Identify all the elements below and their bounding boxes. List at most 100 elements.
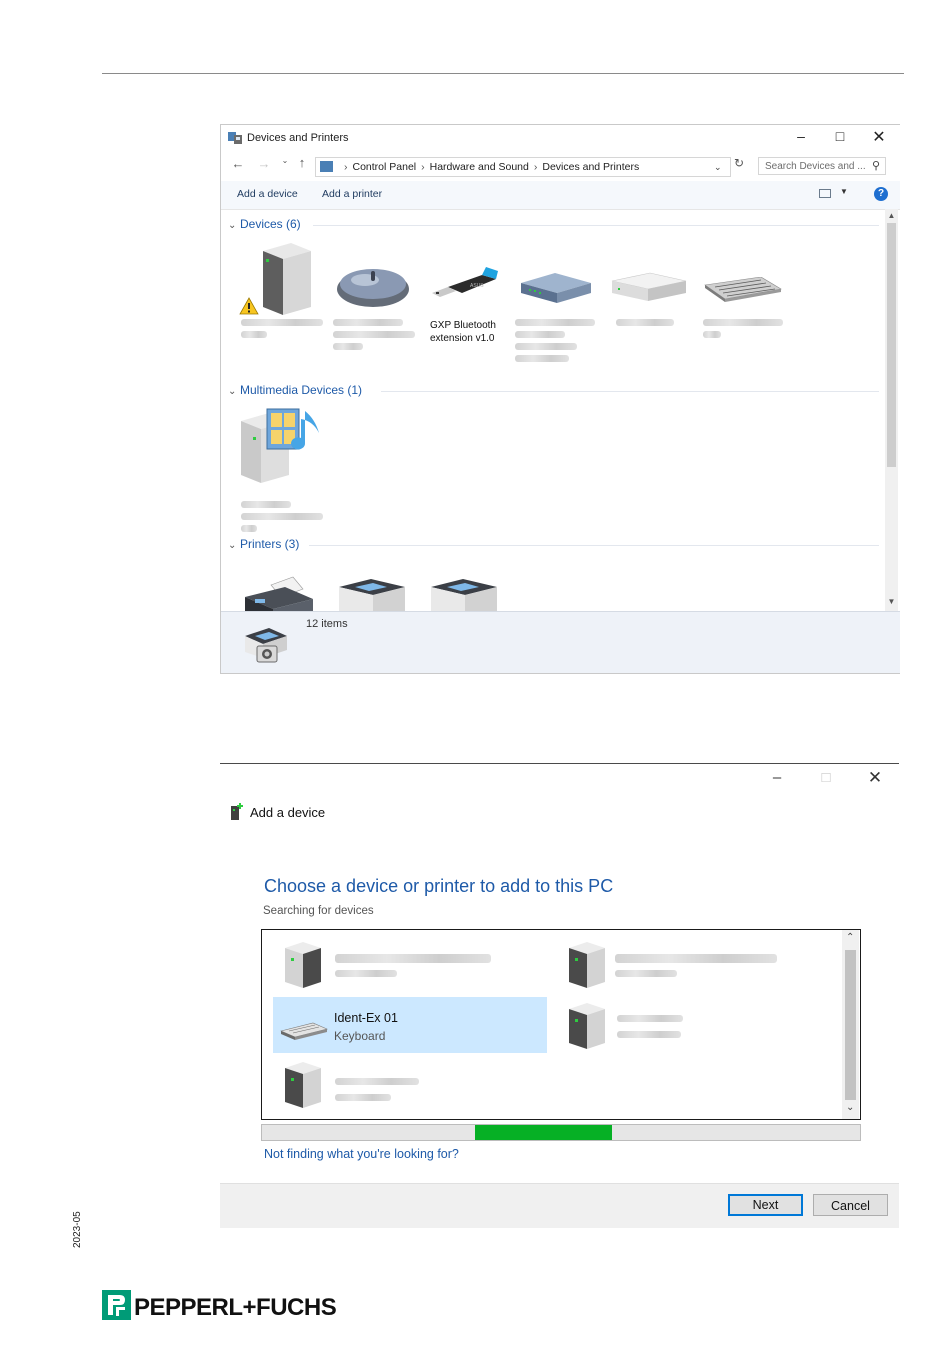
printer-icon[interactable] — [427, 577, 499, 615]
group-divider — [381, 391, 879, 392]
device-label: GXP Bluetooth — [430, 320, 496, 331]
group-header-printers[interactable]: Printers (3) — [240, 537, 299, 551]
blurred-device-type — [617, 1031, 681, 1038]
device-tile[interactable] — [606, 239, 696, 339]
breadcrumb-separator-icon: › — [421, 161, 425, 173]
dialog-footer: Next Cancel — [220, 1183, 899, 1228]
back-arrow-icon[interactable]: ← — [231, 156, 245, 171]
fax-printer-icon[interactable] — [241, 575, 317, 615]
add-device-icon — [231, 803, 243, 820]
search-input[interactable]: Search Devices and ... — [758, 157, 886, 175]
minimize-button[interactable]: – — [791, 128, 811, 144]
blurred-device-name — [703, 319, 783, 326]
devices-and-printers-window: Devices and Printers – □ ✕ ← → ⌄ ↑ › Cont… — [220, 124, 900, 674]
list-item[interactable] — [557, 997, 831, 1053]
device-tile[interactable] — [237, 239, 327, 339]
computer-tower-icon — [285, 1062, 321, 1108]
device-tile-bluetooth-extension[interactable]: ASUS GXP Bluetooth extension v1.0 — [424, 239, 514, 344]
window-title: Devices and Printers — [247, 132, 349, 144]
window-title: Add a device — [250, 805, 326, 820]
list-item[interactable] — [273, 1058, 547, 1114]
pepperl-fuchs-logo-icon — [102, 1290, 131, 1320]
keyboard-icon — [704, 277, 782, 302]
next-button[interactable]: Next — [728, 1194, 803, 1216]
blurred-device-type — [335, 970, 397, 977]
breadcrumb-separator-icon: › — [533, 161, 538, 173]
device-list-scrollbar[interactable]: ⌃ ⌄ — [842, 930, 859, 1119]
group-divider — [309, 545, 879, 546]
blurred-device-name — [241, 525, 257, 532]
breadcrumb-control-panel[interactable]: Control Panel — [353, 161, 417, 173]
help-icon[interactable]: ? — [874, 187, 888, 201]
list-item[interactable] — [557, 938, 831, 994]
forward-arrow-icon[interactable]: → — [257, 156, 271, 171]
device-tile-multimedia[interactable] — [237, 405, 327, 532]
control-panel-icon — [320, 161, 333, 172]
collapse-chevron-icon[interactable]: ⌄ — [228, 386, 236, 397]
add-device-button[interactable]: Add a device — [237, 188, 298, 200]
close-button[interactable]: ✕ — [865, 768, 885, 788]
computer-tower-icon — [285, 942, 321, 988]
scroll-up-arrow-icon[interactable]: ⌃ — [846, 932, 854, 943]
breadcrumb-hardware-and-sound[interactable]: Hardware and Sound — [430, 161, 529, 173]
group-divider — [313, 225, 879, 226]
view-options-icon[interactable] — [819, 189, 831, 198]
details-pane: 12 items — [221, 611, 900, 673]
blurred-device-name — [515, 343, 577, 350]
search-progress-bar — [261, 1124, 861, 1141]
view-dropdown-chevron-icon[interactable]: ▼ — [840, 187, 848, 196]
breadcrumb-devices-and-printers[interactable]: Devices and Printers — [542, 161, 639, 173]
up-arrow-icon[interactable]: ↑ — [295, 155, 309, 170]
media-server-icon — [241, 408, 319, 483]
devices-printers-app-icon — [228, 132, 242, 144]
address-dropdown-chevron-icon[interactable]: ⌄ — [714, 158, 722, 176]
progress-bar-fill — [475, 1125, 612, 1140]
cancel-button[interactable]: Cancel — [813, 1194, 888, 1216]
device-list[interactable]: Ident-Ex 01 Keyboard ⌃ ⌄ — [261, 929, 861, 1120]
add-printer-button[interactable]: Add a printer — [322, 188, 382, 200]
collapse-chevron-icon[interactable]: ⌄ — [228, 540, 236, 551]
device-tile[interactable] — [329, 239, 419, 350]
scrollbar-thumb[interactable] — [887, 223, 896, 467]
blurred-device-name — [335, 954, 491, 963]
blurred-device-name — [241, 319, 323, 326]
scroll-up-arrow-icon[interactable]: ▲ — [887, 211, 896, 220]
command-bar: Add a device Add a printer ▼ ? — [221, 181, 900, 210]
warning-icon — [239, 297, 259, 315]
blurred-device-name — [515, 331, 565, 338]
device-tile[interactable] — [513, 239, 603, 369]
recent-locations-chevron-icon[interactable]: ⌄ — [278, 156, 292, 165]
list-item[interactable] — [273, 938, 547, 994]
group-header-multimedia[interactable]: Multimedia Devices (1) — [240, 383, 362, 397]
device-name: Ident-Ex 01 — [334, 1011, 398, 1025]
printer-icon[interactable] — [335, 577, 407, 615]
minimize-button[interactable]: – — [767, 769, 787, 786]
group-header-devices[interactable]: Devices (6) — [240, 217, 301, 231]
refresh-icon[interactable]: ↻ — [732, 156, 746, 170]
blurred-device-name — [241, 501, 291, 508]
computer-tower-icon — [569, 1003, 605, 1049]
collapse-chevron-icon[interactable]: ⌄ — [228, 220, 236, 231]
network-device-icon — [521, 273, 591, 303]
device-tile[interactable] — [699, 239, 789, 349]
maximize-button[interactable]: □ — [830, 128, 850, 144]
devices-and-printers-status-icon — [245, 628, 287, 663]
vertical-scrollbar[interactable]: ▲ ▼ — [885, 209, 898, 611]
blurred-device-name — [241, 331, 267, 338]
brand-wordmark: PEPPERL+FUCHS — [134, 1294, 337, 1321]
external-drive-icon — [611, 272, 687, 301]
usb-bluetooth-dongle-icon: ASUS — [432, 267, 498, 297]
address-bar[interactable]: › Control Panel › Hardware and Sound › Device… — [315, 157, 731, 177]
blurred-device-name — [333, 343, 363, 350]
scroll-down-arrow-icon[interactable]: ⌄ — [846, 1102, 854, 1113]
list-item-selected[interactable]: Ident-Ex 01 Keyboard — [273, 997, 547, 1053]
scrollbar-thumb[interactable] — [845, 950, 856, 1100]
blurred-device-name — [703, 331, 721, 338]
blurred-device-name — [515, 355, 569, 362]
scroll-down-arrow-icon[interactable]: ▼ — [887, 597, 896, 606]
not-finding-link[interactable]: Not finding what you're looking for? — [264, 1147, 459, 1161]
breadcrumb-separator-icon: › — [344, 161, 348, 173]
svg-text:ASUS: ASUS — [470, 283, 484, 289]
close-button[interactable]: ✕ — [869, 127, 889, 147]
document-date: 2023-05 — [72, 1211, 83, 1248]
